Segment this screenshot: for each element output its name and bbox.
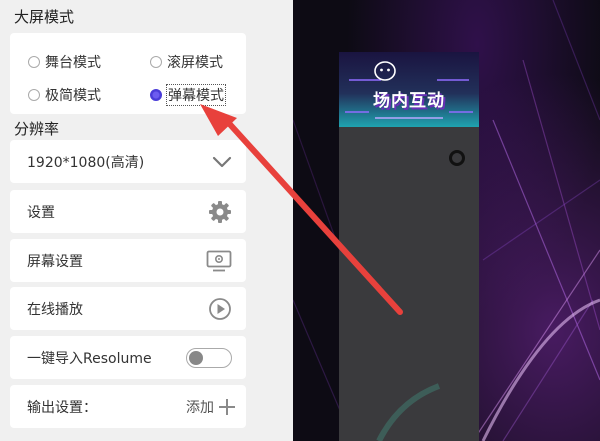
radio-minimal-mode[interactable]: 极简模式 bbox=[28, 85, 101, 105]
radio-button-icon bbox=[28, 89, 40, 101]
gear-icon bbox=[209, 200, 231, 223]
ring-icon bbox=[449, 150, 465, 166]
online-play-label: 在线播放 bbox=[27, 301, 83, 318]
preview-stage: 场内互动 bbox=[293, 0, 600, 441]
resolution-value: 1920*1080(高清) bbox=[27, 154, 145, 171]
radio-scroll-mode[interactable]: 滚屏模式 bbox=[150, 52, 223, 72]
settings-panel: 大屏模式 舞台模式 滚屏模式 极简模式 弹幕模式 分辨率 1920*1080(高… bbox=[0, 0, 293, 441]
resolume-toggle[interactable] bbox=[186, 347, 232, 368]
output-settings-label: 输出设置： bbox=[27, 399, 97, 416]
screen-settings-label: 屏幕设置 bbox=[27, 253, 83, 270]
chat-bubble-icon bbox=[374, 61, 396, 81]
chevron-down-icon bbox=[212, 156, 232, 167]
online-play-row[interactable]: 在线播放 bbox=[10, 287, 246, 330]
screen-mode-card: 舞台模式 滚屏模式 极简模式 弹幕模式 bbox=[10, 33, 246, 114]
screen-mode-title: 大屏模式 bbox=[14, 8, 75, 26]
radio-button-icon bbox=[150, 56, 162, 68]
panel-glow bbox=[376, 383, 441, 441]
add-output-button[interactable]: 添加 bbox=[186, 397, 236, 417]
settings-label: 设置 bbox=[27, 204, 55, 221]
danmaku-preview-panel: 场内互动 bbox=[339, 52, 479, 441]
resolution-title: 分辨率 bbox=[14, 120, 60, 138]
screen-settings-row[interactable]: 屏幕设置 bbox=[10, 239, 246, 282]
resolution-select[interactable]: 1920*1080(高清) bbox=[10, 140, 246, 183]
add-label: 添加 bbox=[186, 399, 214, 416]
banner-title: 场内互动 bbox=[373, 91, 445, 111]
resolume-label: 一键导入Resolume bbox=[27, 350, 152, 367]
play-icon bbox=[209, 297, 231, 320]
toggle-knob bbox=[189, 350, 203, 365]
radio-selected-icon bbox=[150, 89, 162, 101]
resolume-row: 一键导入Resolume bbox=[10, 336, 246, 379]
radio-danmaku-mode[interactable]: 弹幕模式 bbox=[150, 84, 226, 106]
interaction-banner: 场内互动 bbox=[339, 52, 479, 127]
output-settings-row: 输出设置： 添加 bbox=[10, 385, 246, 428]
monitor-settings-icon bbox=[206, 250, 232, 271]
radio-button-icon bbox=[28, 56, 40, 68]
plus-icon bbox=[219, 398, 235, 415]
radio-stage-mode[interactable]: 舞台模式 bbox=[28, 52, 101, 72]
settings-row[interactable]: 设置 bbox=[10, 190, 246, 233]
